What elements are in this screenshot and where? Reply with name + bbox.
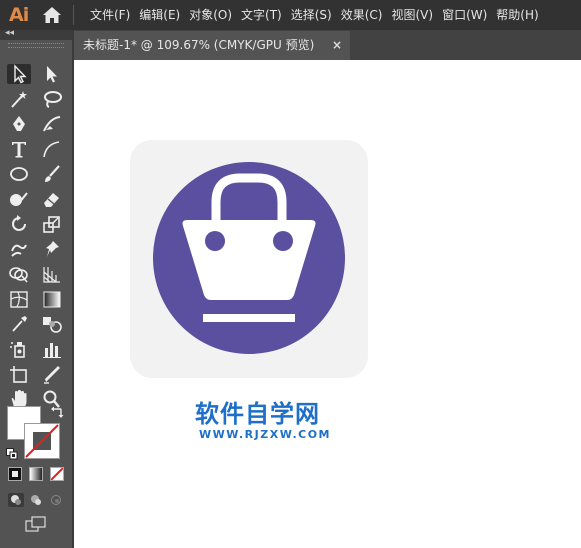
slice-tool-icon[interactable]	[40, 364, 64, 384]
curvature-tool-icon[interactable]	[40, 114, 64, 134]
type-tool-icon[interactable]	[7, 139, 31, 159]
shopping-basket-artwork[interactable]	[130, 140, 368, 378]
menu-separator	[73, 5, 74, 25]
lasso-tool-icon[interactable]	[40, 89, 64, 109]
none-mode-button[interactable]	[50, 467, 64, 481]
stroke-swatch[interactable]	[24, 423, 60, 459]
magic-wand-tool-icon[interactable]	[7, 89, 31, 109]
menu-items: 文件(F) 编辑(E) 对象(O) 文字(T) 选择(S) 效果(C) 视图(V…	[90, 0, 548, 30]
ellipse-tool-icon[interactable]	[7, 164, 31, 184]
swap-fill-stroke-icon[interactable]	[50, 404, 64, 418]
close-icon[interactable]: ×	[332, 31, 342, 60]
menu-bar: Ai 文件(F) 编辑(E) 对象(O) 文字(T) 选择(S) 效果(C) 视…	[0, 0, 581, 30]
blend-tool-icon[interactable]	[40, 314, 64, 334]
shape-builder-tool-icon[interactable]	[7, 264, 31, 284]
app-logo: Ai	[9, 4, 29, 26]
artboard-canvas[interactable]: 软件自学网 WWW.RJZXW.COM	[74, 60, 581, 548]
perspective-grid-tool-icon[interactable]	[40, 264, 64, 284]
line-segment-tool-icon[interactable]	[40, 139, 64, 159]
scale-tool-icon[interactable]	[40, 214, 64, 234]
watermark-title: 软件自学网	[195, 400, 320, 428]
artboard-tool-icon[interactable]	[7, 364, 31, 384]
none-slash-icon	[25, 424, 59, 458]
screen-mode-icon[interactable]	[25, 516, 47, 532]
warp-tool-icon[interactable]	[7, 239, 31, 259]
color-mode-button[interactable]	[8, 467, 22, 481]
gradient-mode-button[interactable]	[29, 467, 43, 481]
document-tab-bar: 未标题-1* @ 109.67% (CMYK/GPU 预览) ×	[74, 30, 581, 60]
collapse-panel-icon[interactable]: ◂◂	[5, 28, 14, 38]
puppet-warp-tool-icon[interactable]	[40, 239, 64, 259]
document-tab-title: 未标题-1* @ 109.67% (CMYK/GPU 预览)	[83, 38, 315, 52]
tools-panel: ◂◂	[0, 28, 74, 548]
paintbrush-tool-icon[interactable]	[40, 164, 64, 184]
menu-window[interactable]: 窗口(W)	[442, 0, 487, 30]
panel-grip[interactable]	[8, 43, 64, 48]
symbol-sprayer-tool-icon[interactable]	[7, 339, 31, 359]
mesh-tool-icon[interactable]	[7, 289, 31, 309]
menu-effect[interactable]: 效果(C)	[341, 0, 383, 30]
document-tab[interactable]: 未标题-1* @ 109.67% (CMYK/GPU 预览) ×	[74, 31, 350, 60]
eraser-tool-icon[interactable]	[40, 189, 64, 209]
pen-tool-icon[interactable]	[7, 114, 31, 134]
menu-file[interactable]: 文件(F)	[90, 0, 130, 30]
eyedropper-tool-icon[interactable]	[7, 314, 31, 334]
menu-select[interactable]: 选择(S)	[291, 0, 332, 30]
watermark-url: WWW.RJZXW.COM	[199, 428, 331, 441]
menu-object[interactable]: 对象(O)	[189, 0, 232, 30]
draw-modes	[6, 492, 66, 508]
rotate-tool-icon[interactable]	[7, 214, 31, 234]
menu-edit[interactable]: 编辑(E)	[139, 0, 180, 30]
shaper-tool-icon[interactable]	[7, 189, 31, 209]
menu-type[interactable]: 文字(T)	[241, 0, 282, 30]
panel-header: ◂◂	[0, 28, 72, 40]
selection-tool-icon[interactable]	[7, 64, 31, 84]
gradient-tool-icon[interactable]	[40, 289, 64, 309]
default-colors-icon[interactable]	[6, 445, 18, 460]
menu-view[interactable]: 视图(V)	[391, 0, 433, 30]
column-graph-tool-icon[interactable]	[40, 339, 64, 359]
direct-selection-tool-icon[interactable]	[40, 64, 64, 84]
home-icon[interactable]	[42, 6, 62, 24]
menu-help[interactable]: 帮助(H)	[496, 0, 538, 30]
